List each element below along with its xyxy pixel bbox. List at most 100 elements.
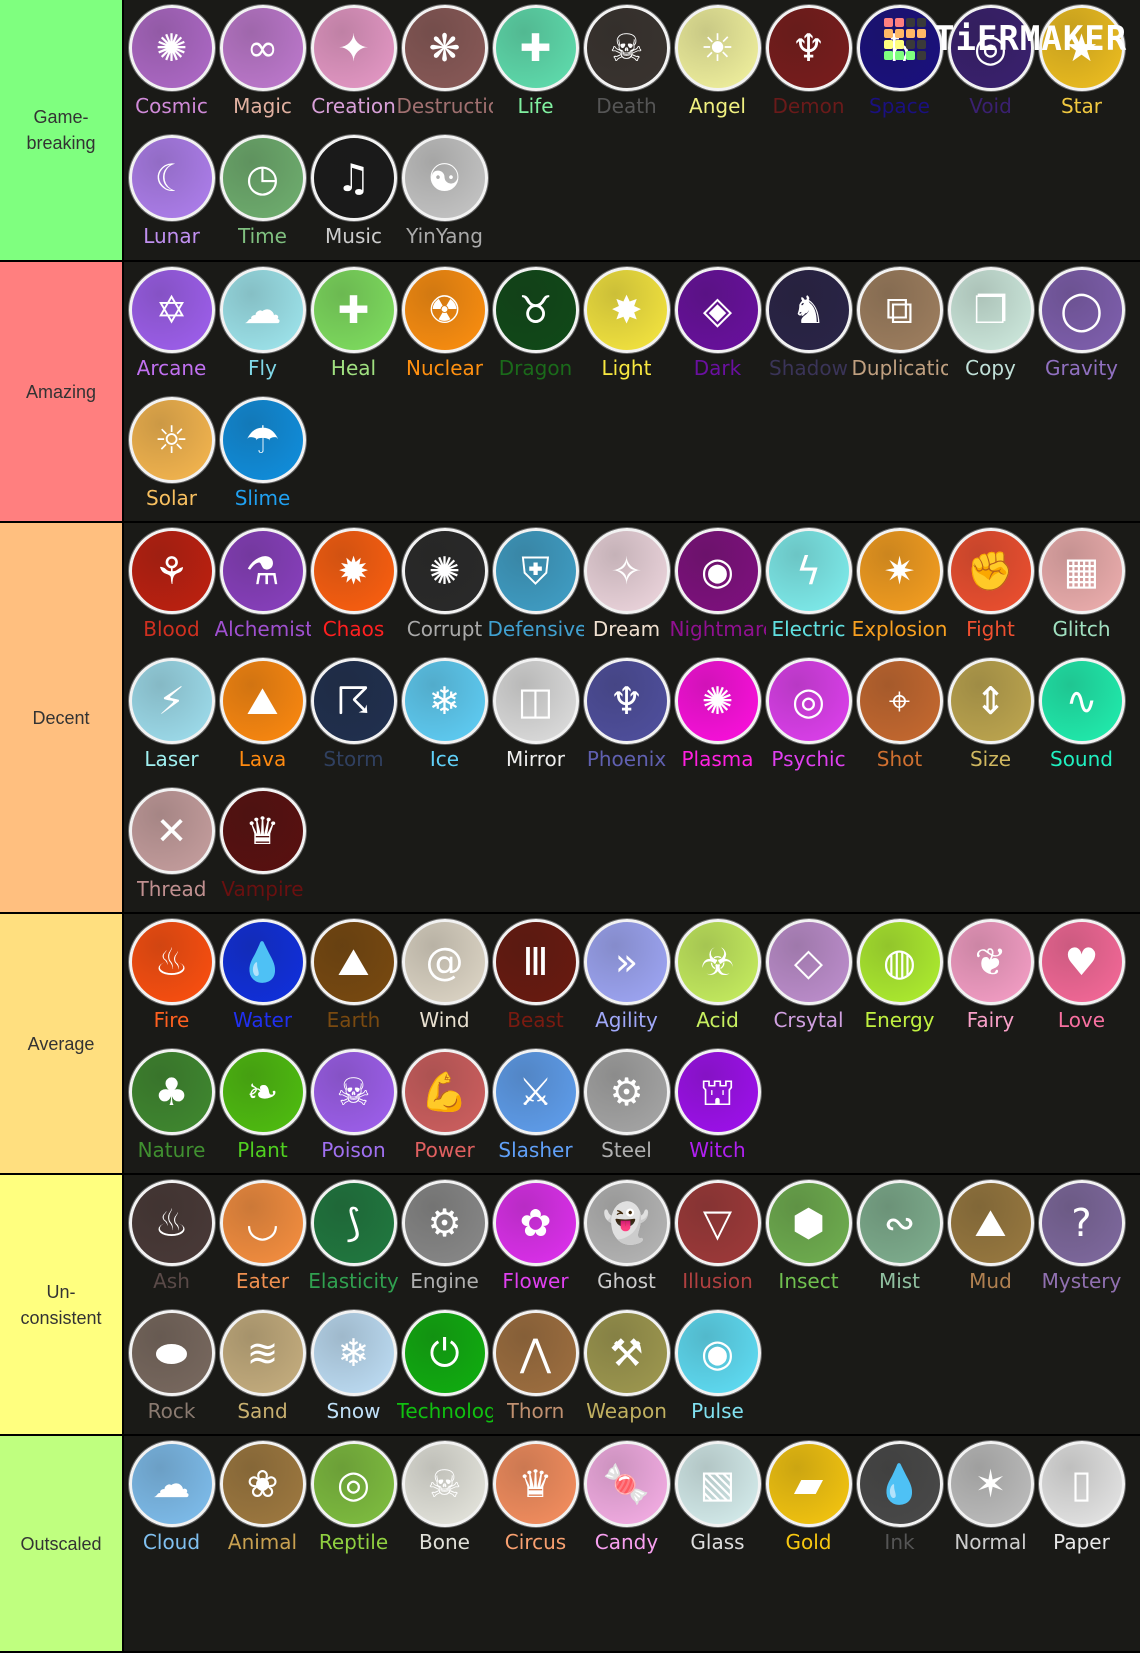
tier-label[interactable]: Decent <box>0 523 124 912</box>
tier-item-earth[interactable]: ⛰ Earth <box>308 914 399 1044</box>
tier-item-ghost[interactable]: 👻 Ghost <box>581 1175 672 1305</box>
tier-item-mirror[interactable]: ◫ Mirror <box>490 653 581 783</box>
tier-item-heal[interactable]: ✚ Heal <box>308 262 399 392</box>
tier-item-agility[interactable]: » Agility <box>581 914 672 1044</box>
tier-item-plant[interactable]: ❧ Plant <box>217 1044 308 1174</box>
tier-item-demon[interactable]: ♆ Demon <box>763 0 854 130</box>
tier-label[interactable]: Game- breaking <box>0 0 124 260</box>
tier-item-chaos[interactable]: ✹ Chaos <box>308 523 399 653</box>
tier-item-ice[interactable]: ❄ Ice <box>399 653 490 783</box>
tier-items-dropzone[interactable]: ⚘ Blood ⚗ Alchemist ✹ Chaos ✺ Corrupt ⛨ Defensive… <box>124 523 1140 912</box>
tier-item-copy[interactable]: ❐ Copy <box>945 262 1036 392</box>
tier-item-fairy[interactable]: ❦ Fairy <box>945 914 1036 1044</box>
tier-item-cosmic[interactable]: ✺ Cosmic <box>126 0 217 130</box>
tier-items-dropzone[interactable]: ☁ Cloud ❀ Animal ◎ Reptile ☠ Bone ♛ Circus 🍬 Candy ▧… <box>124 1436 1140 1651</box>
tier-item-vampire[interactable]: ♛ Vampire <box>217 783 308 913</box>
tier-item-poison[interactable]: ☠ Poison <box>308 1044 399 1174</box>
tier-item-wind[interactable]: @ Wind <box>399 914 490 1044</box>
tier-item-technology[interactable]: ⏻ Technology <box>397 1305 493 1435</box>
tier-label[interactable]: Average <box>0 914 124 1173</box>
tier-item-steel[interactable]: ⚙ Steel <box>581 1044 672 1174</box>
tier-item-shot[interactable]: ⌖ Shot <box>854 653 945 783</box>
tier-item-fly[interactable]: ☁ Fly <box>217 262 308 392</box>
tier-item-yinyang[interactable]: ☯ YinYang <box>399 130 490 260</box>
tier-item-insect[interactable]: ⬢ Insect <box>763 1175 854 1305</box>
tier-item-crsytal[interactable]: ◇ Crsytal <box>763 914 854 1044</box>
tier-item-phoenix[interactable]: ♆ Phoenix <box>581 653 672 783</box>
tier-item-sand[interactable]: ≋ Sand <box>217 1305 308 1435</box>
tier-item-bone[interactable]: ☠ Bone <box>399 1436 490 1566</box>
tier-item-electric[interactable]: ϟ Electric <box>763 523 854 653</box>
tier-item-flower[interactable]: ✿ Flower <box>490 1175 581 1305</box>
tier-item-dragon[interactable]: ♉ Dragon <box>490 262 581 392</box>
tier-item-thorn[interactable]: ⋀ Thorn <box>490 1305 581 1435</box>
tier-item-cloud[interactable]: ☁ Cloud <box>126 1436 217 1566</box>
tier-item-ink[interactable]: 💧 Ink <box>854 1436 945 1566</box>
tier-label[interactable]: Un- consistent <box>0 1175 124 1434</box>
tier-item-mystery[interactable]: ? Mystery <box>1036 1175 1127 1305</box>
tier-item-energy[interactable]: ◍ Energy <box>854 914 945 1044</box>
tier-item-engine[interactable]: ⚙ Engine <box>399 1175 490 1305</box>
tier-items-dropzone[interactable]: ♨ Fire 💧 Water ⛰ Earth @ Wind Ⅲ Beast » Agility ☣ Aci… <box>124 914 1140 1173</box>
tier-item-angel[interactable]: ☀ Angel <box>672 0 763 130</box>
tier-item-life[interactable]: ✚ Life <box>490 0 581 130</box>
tier-item-illusion[interactable]: ▽ Illusion <box>672 1175 763 1305</box>
tier-label[interactable]: Outscaled <box>0 1436 124 1651</box>
tier-item-dark[interactable]: ◈ Dark <box>672 262 763 392</box>
tier-item-fight[interactable]: ✊ Fight <box>945 523 1036 653</box>
tier-item-power[interactable]: 💪 Power <box>399 1044 490 1174</box>
tier-item-reptile[interactable]: ◎ Reptile <box>308 1436 399 1566</box>
tier-item-lunar[interactable]: ☾ Lunar <box>126 130 217 260</box>
tier-item-nature[interactable]: ♣ Nature <box>126 1044 217 1174</box>
tier-item-storm[interactable]: ☈ Storm <box>308 653 399 783</box>
tier-item-glass[interactable]: ▧ Glass <box>672 1436 763 1566</box>
tier-item-gravity[interactable]: ◯ Gravity <box>1036 262 1127 392</box>
tier-item-circus[interactable]: ♛ Circus <box>490 1436 581 1566</box>
tier-item-plasma[interactable]: ✺ Plasma <box>672 653 763 783</box>
tier-items-dropzone[interactable]: ♨ Ash ◡ Eater ⟆ Elasticity ⚙ Engine ✿ Flower 👻 Ghos… <box>124 1175 1140 1434</box>
tier-item-weapon[interactable]: ⚒ Weapon <box>581 1305 672 1435</box>
tier-item-mist[interactable]: ∾ Mist <box>854 1175 945 1305</box>
tier-label[interactable]: Amazing <box>0 262 124 521</box>
tier-item-death[interactable]: ☠ Death <box>581 0 672 130</box>
tier-item-sound[interactable]: ∿ Sound <box>1036 653 1127 783</box>
tier-item-acid[interactable]: ☣ Acid <box>672 914 763 1044</box>
tier-item-slime[interactable]: ☂ Slime <box>217 392 308 522</box>
tier-item-nightmare[interactable]: ◉ Nightmare <box>670 523 766 653</box>
tier-item-normal[interactable]: ✶ Normal <box>945 1436 1036 1566</box>
tier-item-nuclear[interactable]: ☢ Nuclear <box>399 262 490 392</box>
tier-item-gold[interactable]: ▰ Gold <box>763 1436 854 1566</box>
tier-item-blood[interactable]: ⚘ Blood <box>126 523 217 653</box>
tier-item-snow[interactable]: ❄ Snow <box>308 1305 399 1435</box>
tier-item-light[interactable]: ✸ Light <box>581 262 672 392</box>
tier-item-mud[interactable]: ⛰ Mud <box>945 1175 1036 1305</box>
tier-item-time[interactable]: ◷ Time <box>217 130 308 260</box>
tier-item-defensive[interactable]: ⛨ Defensive <box>488 523 584 653</box>
tier-item-pulse[interactable]: ◉ Pulse <box>672 1305 763 1435</box>
tier-item-arcane[interactable]: ✡ Arcane <box>126 262 217 392</box>
tier-item-slasher[interactable]: ⚔ Slasher <box>490 1044 581 1174</box>
tier-item-eater[interactable]: ◡ Eater <box>217 1175 308 1305</box>
tier-item-shadow[interactable]: ♞ Shadow <box>763 262 854 392</box>
tier-item-animal[interactable]: ❀ Animal <box>217 1436 308 1566</box>
tier-item-size[interactable]: ⇕ Size <box>945 653 1036 783</box>
tier-item-paper[interactable]: ▯ Paper <box>1036 1436 1127 1566</box>
tier-item-laser[interactable]: ⚡ Laser <box>126 653 217 783</box>
tier-item-fire[interactable]: ♨ Fire <box>126 914 217 1044</box>
tier-item-corrupt[interactable]: ✺ Corrupt <box>399 523 490 653</box>
tier-item-duplication[interactable]: ⧉ Duplication <box>852 262 948 392</box>
tier-item-elasticity[interactable]: ⟆ Elasticity <box>308 1175 399 1305</box>
tier-item-solar[interactable]: ☼ Solar <box>126 392 217 522</box>
tier-item-destruction[interactable]: ❋ Destruction <box>397 0 493 130</box>
tier-item-lava[interactable]: ⛰ Lava <box>217 653 308 783</box>
tier-item-glitch[interactable]: ▦ Glitch <box>1036 523 1127 653</box>
tier-item-witch[interactable]: ⛫ Witch <box>672 1044 763 1174</box>
tier-item-alchemist[interactable]: ⚗ Alchemist <box>215 523 311 653</box>
tier-item-magic[interactable]: ∞ Magic <box>217 0 308 130</box>
tier-item-dream[interactable]: ✧ Dream <box>581 523 672 653</box>
tier-item-explosion[interactable]: ✷ Explosion <box>852 523 947 653</box>
tier-item-love[interactable]: ♥ Love <box>1036 914 1127 1044</box>
tier-item-creation[interactable]: ✦ Creation <box>308 0 399 130</box>
tier-item-rock[interactable]: ⬬ Rock <box>126 1305 217 1435</box>
tier-item-beast[interactable]: Ⅲ Beast <box>490 914 581 1044</box>
